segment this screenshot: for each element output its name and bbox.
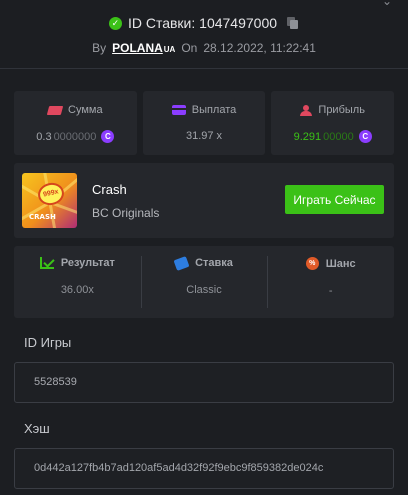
game-info: Crash BC Originals (92, 182, 159, 220)
result-label: Результат (60, 257, 115, 269)
game-thumbnail[interactable]: 999x CRASH (22, 173, 77, 228)
stat-sum-label: Сумма (68, 104, 103, 116)
game-name: Crash (92, 181, 127, 197)
stat-sum-value: 0.3 (36, 130, 52, 143)
close-icon[interactable]: ⌄ (382, 0, 392, 8)
stat-payout: Выплата 31.97 x (142, 91, 266, 155)
stat-profit-label: Прибыль (318, 104, 365, 116)
stat-profit: Прибыль 9.291 00000 C (271, 91, 395, 155)
play-now-button[interactable]: Играть Сейчас (285, 185, 384, 214)
game-id-label: ID Игры (24, 335, 72, 350)
stake-label: Ставка (195, 257, 233, 269)
chance-label: Шанс (325, 257, 356, 270)
hash-label: Хэш (24, 421, 50, 436)
stats-row: Сумма 0.3 0000000 C Выплата 31.97 x Прибы… (0, 69, 408, 155)
copy-icon[interactable] (287, 16, 299, 30)
percent-icon: % (305, 257, 319, 270)
user-name-link[interactable]: POLANA (112, 41, 163, 55)
result-column: Результат 36.00x (14, 246, 141, 318)
bet-id-label: ID Ставки: 1047497000 (127, 15, 278, 31)
tag-icon (173, 255, 190, 271)
thumb-badge: 999x (35, 180, 67, 208)
user-icon (300, 104, 313, 116)
stat-sum-value-tail: 0000000 (53, 130, 97, 143)
stat-sum: Сумма 0.3 0000000 C (14, 91, 137, 155)
ticket-icon (46, 105, 64, 115)
hash-field[interactable]: 0d442a127fb4b7ad120af5ad4d32f92f9ebc9f85… (14, 448, 394, 489)
thumb-word: CRASH (29, 213, 56, 221)
coin-icon: C (101, 130, 115, 143)
chart-icon (39, 257, 54, 269)
result-card: Результат 36.00x Ставка Classic % Шанс - (14, 246, 394, 318)
result-value: 36.00x (60, 284, 94, 296)
bet-header: ✓ ID Ставки: 1047497000 By POLANA UA On … (0, 0, 408, 68)
user-country-code: UA (163, 45, 176, 54)
on-label: On (181, 41, 198, 55)
chance-column: % Шанс - (267, 246, 394, 318)
bet-author-row: By POLANA UA On 28.12.2022, 11:22:41 (0, 41, 408, 55)
bet-id-row: ✓ ID Ставки: 1047497000 (0, 15, 408, 31)
stake-value: Classic (186, 284, 222, 296)
check-circle-icon: ✓ (108, 16, 122, 30)
game-provider: BC Originals (92, 205, 160, 220)
stake-column: Ставка Classic (140, 246, 268, 318)
game-card: 999x CRASH Crash BC Originals Играть Сей… (14, 163, 394, 238)
coin-icon: C (358, 130, 372, 143)
by-label: By (92, 41, 107, 55)
stat-profit-value: 9.291 (293, 130, 322, 143)
stat-payout-label: Выплата (191, 104, 237, 116)
bet-date: 28.12.2022, 11:22:41 (203, 41, 316, 55)
card-icon (171, 105, 186, 115)
stat-payout-value: 31.97 x (185, 130, 223, 142)
chance-value: - (328, 285, 333, 297)
stat-profit-value-tail: 00000 (323, 130, 354, 143)
game-id-field[interactable]: 5528539 (14, 362, 394, 403)
